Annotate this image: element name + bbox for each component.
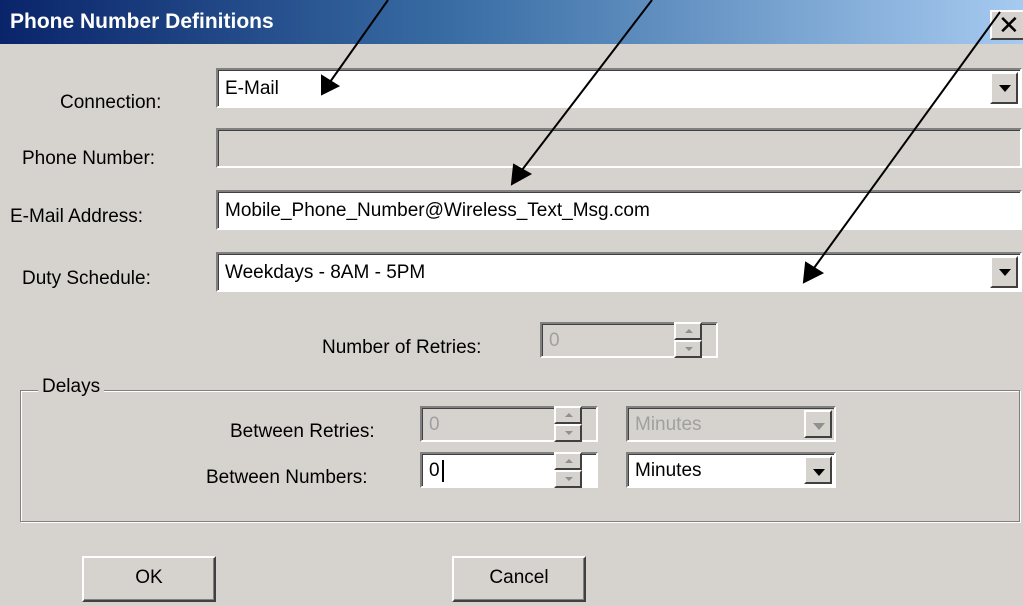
phone-number-field: [216, 128, 1022, 168]
between-retries-unit-select: Minutes: [626, 406, 836, 442]
delays-legend: Delays: [38, 376, 105, 398]
connection-dropdown-arrow[interactable]: [990, 72, 1018, 104]
duty-schedule-select[interactable]: Weekdays - 8AM - 5PM: [216, 252, 1022, 292]
connection-label: Connection:: [60, 92, 162, 113]
email-address-field[interactable]: Mobile_Phone_Number@Wireless_Text_Msg.co…: [216, 190, 1022, 230]
between-retries-unit-value: Minutes: [635, 414, 702, 435]
spinner-down-icon: [554, 424, 582, 442]
between-retries-field: 0: [420, 406, 598, 442]
between-numbers-unit-value: Minutes: [635, 460, 702, 481]
number-of-retries-label: Number of Retries:: [322, 337, 482, 358]
connection-select[interactable]: E-Mail: [216, 68, 1022, 108]
between-retries-unit-arrow: [804, 410, 832, 438]
window-title: Phone Number Definitions: [10, 10, 274, 33]
between-numbers-label: Between Numbers:: [206, 467, 368, 488]
phone-number-definitions-dialog: Phone Number Definitions ✕ Connection: E…: [0, 0, 1023, 606]
phone-number-label: Phone Number:: [22, 148, 156, 169]
duty-schedule-dropdown-arrow[interactable]: [990, 256, 1018, 288]
cancel-button[interactable]: Cancel: [452, 556, 586, 602]
between-retries-value: 0: [429, 414, 440, 435]
close-icon: ✕: [998, 10, 1020, 40]
between-numbers-unit-select[interactable]: Minutes: [626, 452, 836, 488]
spinner-up-icon[interactable]: [554, 452, 582, 470]
between-numbers-spinner[interactable]: [554, 452, 582, 488]
between-numbers-field[interactable]: 0: [420, 452, 598, 488]
title-bar: Phone Number Definitions ✕: [0, 0, 1023, 44]
spinner-down-icon[interactable]: [554, 470, 582, 488]
email-address-label: E-Mail Address:: [10, 206, 144, 227]
duty-schedule-value: Weekdays - 8AM - 5PM: [225, 262, 426, 283]
spinner-up-icon: [674, 322, 702, 340]
spinner-down-icon: [674, 340, 702, 358]
duty-schedule-label: Duty Schedule:: [22, 268, 151, 289]
text-cursor: [442, 460, 444, 482]
number-of-retries-field: 0: [540, 322, 718, 358]
email-address-value: Mobile_Phone_Number@Wireless_Text_Msg.co…: [225, 200, 650, 221]
between-retries-label: Between Retries:: [230, 421, 375, 442]
number-of-retries-spinner: [674, 322, 702, 358]
between-numbers-unit-arrow[interactable]: [804, 456, 832, 484]
spinner-up-icon: [554, 406, 582, 424]
number-of-retries-value: 0: [549, 330, 560, 351]
between-retries-spinner: [554, 406, 582, 442]
connection-value: E-Mail: [225, 78, 279, 99]
between-numbers-value: 0: [429, 460, 440, 481]
close-button[interactable]: ✕: [990, 10, 1023, 40]
ok-button[interactable]: OK: [82, 556, 216, 602]
